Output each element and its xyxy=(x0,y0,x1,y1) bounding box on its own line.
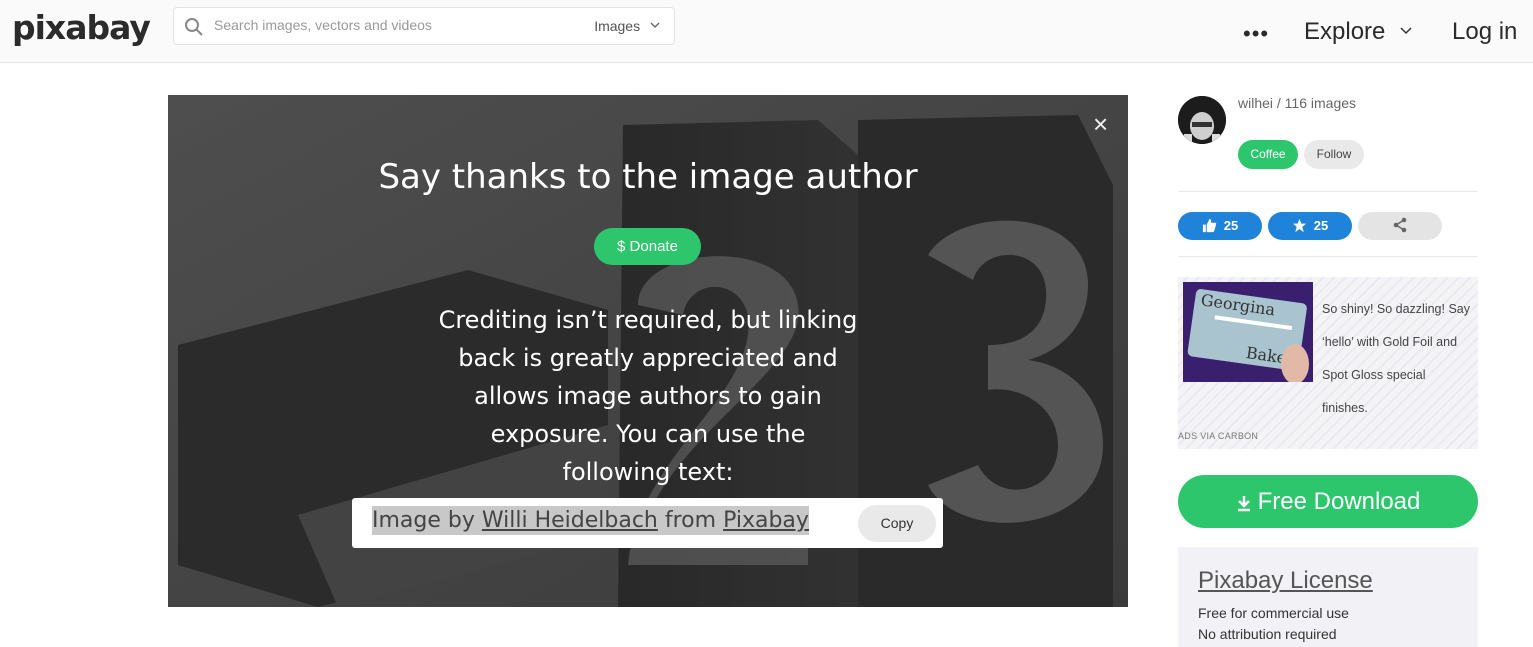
chevron-down-icon xyxy=(1400,27,1412,35)
pixabay-logo[interactable]: pixabay xyxy=(12,8,151,47)
like-button[interactable]: 25 xyxy=(1178,212,1262,240)
main-image: × Say thanks to the image author $ Donat… xyxy=(168,95,1128,607)
license-commercial: Free for commercial use xyxy=(1198,605,1349,621)
ad-via-label[interactable]: ADS VIA CARBON xyxy=(1178,431,1258,441)
free-download-button[interactable]: Free Download xyxy=(1178,475,1478,528)
ad-image[interactable]: Georgina Bake xyxy=(1183,282,1313,382)
thumbs-up-icon xyxy=(1202,218,1217,233)
business-card-image: Georgina Bake xyxy=(1183,282,1313,382)
credit-text-box: Image by Willi Heidelbach from Pixabay C… xyxy=(352,498,943,548)
favorite-button[interactable]: 25 xyxy=(1268,212,1352,240)
more-menu-button[interactable]: ••• xyxy=(1243,21,1269,47)
pixabay-link[interactable]: Pixabay xyxy=(723,508,809,533)
coffee-button[interactable]: Coffee xyxy=(1238,140,1298,169)
search-bar: Images xyxy=(173,7,675,45)
download-icon xyxy=(1237,496,1250,512)
author-info[interactable]: wilhei / 116 images xyxy=(1238,95,1356,111)
top-header: pixabay Images ••• Explore Log in xyxy=(0,0,1533,63)
donate-button[interactable]: $ Donate xyxy=(594,228,701,265)
license-attribution: No attribution required xyxy=(1198,626,1337,642)
explore-menu[interactable]: Explore xyxy=(1304,18,1412,46)
carbon-ad[interactable]: Georgina Bake So shiny! So dazzling! Say… xyxy=(1178,277,1478,449)
ad-text[interactable]: So shiny! So dazzling! Say ‘hello’ with … xyxy=(1322,293,1472,425)
search-icon[interactable] xyxy=(184,17,204,37)
credit-prefix: Image by xyxy=(372,508,482,533)
share-button[interactable] xyxy=(1358,212,1442,240)
author-link[interactable]: Willi Heidelbach xyxy=(482,508,658,533)
explore-label: Explore xyxy=(1304,18,1386,45)
chevron-down-icon xyxy=(650,22,660,28)
credit-line[interactable]: Image by Willi Heidelbach from Pixabay xyxy=(372,506,809,535)
login-link[interactable]: Log in xyxy=(1452,18,1517,46)
modal-title: Say thanks to the image author xyxy=(378,157,918,197)
divider xyxy=(1178,256,1478,257)
search-type-dropdown[interactable]: Images xyxy=(594,18,660,34)
share-icon xyxy=(1393,217,1407,233)
copy-button[interactable]: Copy xyxy=(858,505,936,542)
close-icon[interactable]: × xyxy=(1093,109,1108,140)
divider xyxy=(1178,191,1478,192)
license-panel: Pixabay License Free for commercial use … xyxy=(1178,547,1478,647)
download-label: Free Download xyxy=(1257,488,1421,515)
credit-description: Crediting isn’t required, but linking ba… xyxy=(438,306,858,486)
star-icon xyxy=(1292,218,1306,233)
follow-button[interactable]: Follow xyxy=(1304,140,1364,169)
favorite-count: 25 xyxy=(1313,218,1329,233)
license-link[interactable]: Pixabay License xyxy=(1198,567,1373,595)
avatar-image xyxy=(1178,96,1226,144)
search-type-label: Images xyxy=(594,18,641,34)
credit-middle: from xyxy=(657,508,724,533)
avatar[interactable] xyxy=(1178,96,1226,144)
search-input[interactable] xyxy=(214,17,564,33)
like-count: 25 xyxy=(1223,218,1239,233)
